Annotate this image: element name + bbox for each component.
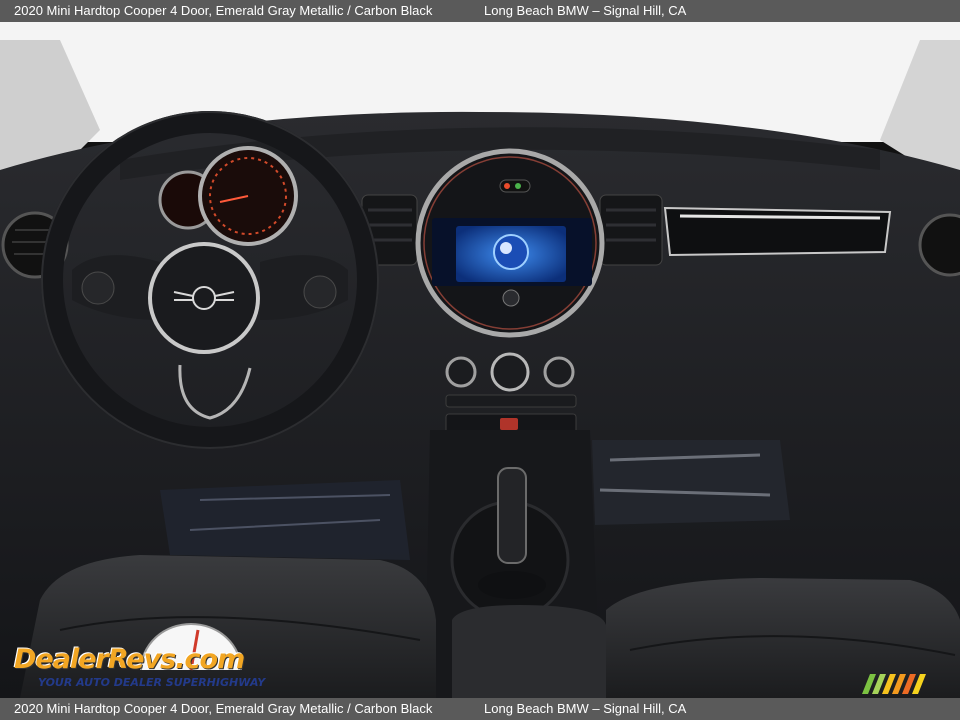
caption-bar-bottom: 2020 Mini Hardtop Cooper 4 Door, Emerald…: [0, 698, 960, 720]
armrest: [452, 605, 606, 698]
watermark-brand: DealerRevs.com: [14, 644, 245, 675]
color-stripes-logo-icon: [862, 674, 926, 694]
floor-plastic-right: [592, 440, 790, 525]
caption-title: 2020 Mini Hardtop Cooper 4 Door, Emerald…: [14, 3, 433, 18]
climate-knob-right: [543, 356, 575, 388]
gear-shifter: [497, 467, 527, 564]
dealerrevs-watermark: DealerRevs.com YOUR AUTO DEALER SUPERHIG…: [10, 622, 270, 692]
watermark-tagline: YOUR AUTO DEALER SUPERHIGHWAY: [38, 676, 266, 689]
steering-hub: [148, 242, 260, 354]
caption-bar-top: 2020 Mini Hardtop Cooper 4 Door, Emerald…: [0, 0, 960, 22]
climate-knob-center: [490, 352, 530, 392]
car-interior-photo: [0, 22, 960, 698]
climate-knob-left: [445, 356, 477, 388]
caption-dealer: Long Beach BMW – Signal Hill, CA: [484, 3, 687, 18]
caption-dealer-bottom: Long Beach BMW – Signal Hill, CA: [484, 701, 687, 716]
caption-title-bottom: 2020 Mini Hardtop Cooper 4 Door, Emerald…: [14, 701, 433, 716]
